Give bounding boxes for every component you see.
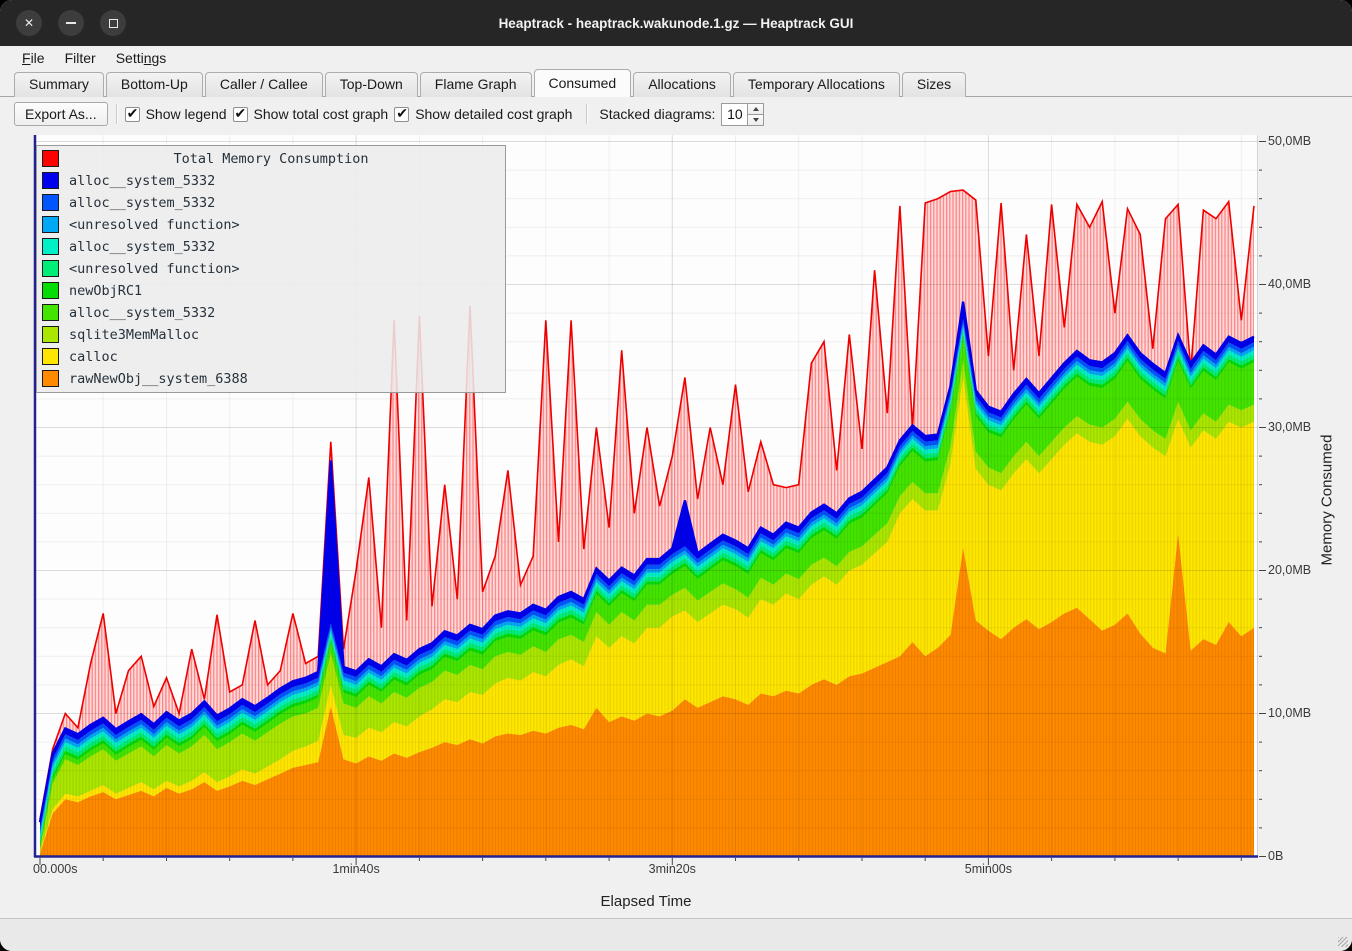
legend-swatch xyxy=(42,326,59,343)
legend-item-label: alloc__system_5332 xyxy=(69,239,215,255)
stacked-diagrams-label: Stacked diagrams: xyxy=(599,106,715,122)
checkbox-label: Show total cost graph xyxy=(254,106,389,122)
legend-item-label: alloc__system_5332 xyxy=(69,305,215,321)
x-tick-label: 5min00s xyxy=(965,862,1012,876)
tab-bottom-up[interactable]: Bottom-Up xyxy=(106,72,203,97)
y-tick-label: 30,0MB xyxy=(1268,420,1311,434)
menu-bar: FileFilterSettings xyxy=(0,46,1352,70)
menu-item-filter[interactable]: Filter xyxy=(55,48,106,68)
tab-sizes[interactable]: Sizes xyxy=(902,72,966,97)
tab-temporary-allocations[interactable]: Temporary Allocations xyxy=(733,72,900,97)
legend-swatch xyxy=(42,348,59,365)
legend-item: alloc__system_5332 xyxy=(37,192,505,214)
legend-item-label: rawNewObj__system_6388 xyxy=(69,371,248,387)
toolbar-separator xyxy=(586,104,587,124)
checkbox-icon: ✔ xyxy=(394,107,409,122)
legend-swatch xyxy=(42,370,59,387)
chevron-up-icon xyxy=(753,107,759,111)
x-tick-label: 3min20s xyxy=(649,862,696,876)
y-tick-label: 0B xyxy=(1268,849,1283,863)
checkbox-icon: ✔ xyxy=(125,107,140,122)
export-as-button[interactable]: Export As... xyxy=(14,102,108,126)
spin-down-button[interactable] xyxy=(747,115,764,126)
menu-item-settings[interactable]: Settings xyxy=(106,48,177,68)
tab-top-down[interactable]: Top-Down xyxy=(325,72,418,97)
legend-item-label: sqlite3MemMalloc xyxy=(69,327,199,343)
y-tick-label: 10,0MB xyxy=(1268,706,1311,720)
legend-item: calloc xyxy=(37,346,505,368)
stacked-diagrams-value[interactable]: 10 xyxy=(721,103,747,126)
y-tick-label: 40,0MB xyxy=(1268,277,1311,291)
toolbar: Export As... ✔ Show legend ✔ Show total cos… xyxy=(0,97,1352,131)
legend-swatch xyxy=(42,260,59,277)
legend-item: rawNewObj__system_6388 xyxy=(37,368,505,390)
tab-flame-graph[interactable]: Flame Graph xyxy=(420,72,532,97)
checkbox-show-legend[interactable]: ✔ Show legend xyxy=(125,106,227,122)
x-axis-title: Elapsed Time xyxy=(601,893,692,910)
tab-summary[interactable]: Summary xyxy=(14,72,104,97)
toolbar-separator xyxy=(116,104,117,124)
menu-item-file[interactable]: File xyxy=(12,48,55,68)
legend-item-label: <unresolved function> xyxy=(69,261,240,277)
legend-item-label: alloc__system_5332 xyxy=(69,195,215,211)
legend-item-label: alloc__system_5332 xyxy=(69,173,215,189)
legend-item: alloc__system_5332 xyxy=(37,302,505,324)
y-tick-label: 20,0MB xyxy=(1268,563,1311,577)
y-tick-label: 50,0MB xyxy=(1268,134,1311,148)
checkbox-label: Show detailed cost graph xyxy=(415,106,572,122)
legend-swatch xyxy=(42,238,59,255)
legend-item-label: <unresolved function> xyxy=(69,217,240,233)
checkbox-show-total-cost-graph[interactable]: ✔ Show total cost graph xyxy=(233,106,389,122)
legend-item: alloc__system_5332 xyxy=(37,170,505,192)
chart-legend: Total Memory Consumption alloc__system_53… xyxy=(36,145,506,393)
legend-swatch xyxy=(42,216,59,233)
legend-item-label: calloc xyxy=(69,349,118,365)
legend-item: sqlite3MemMalloc xyxy=(37,324,505,346)
app-window: ✕ Heaptrack - heaptrack.wakunode.1.gz — … xyxy=(0,0,1352,951)
tab-bar: SummaryBottom-UpCaller / CalleeTop-DownF… xyxy=(0,70,1352,97)
legend-swatch xyxy=(42,282,59,299)
legend-item-label: newObjRC1 xyxy=(69,283,142,299)
tab-allocations[interactable]: Allocations xyxy=(633,72,731,97)
legend-item: newObjRC1 xyxy=(37,280,505,302)
checkbox-show-detailed-cost-graph[interactable]: ✔ Show detailed cost graph xyxy=(394,106,572,122)
legend-item: <unresolved function> xyxy=(37,258,505,280)
legend-swatch xyxy=(42,172,59,189)
title-bar: ✕ Heaptrack - heaptrack.wakunode.1.gz — … xyxy=(0,0,1352,46)
checkbox-label: Show legend xyxy=(146,106,227,122)
legend-title-row: Total Memory Consumption xyxy=(37,148,505,170)
legend-title: Total Memory Consumption xyxy=(173,151,368,167)
tab-caller-callee[interactable]: Caller / Callee xyxy=(205,72,323,97)
legend-item: <unresolved function> xyxy=(37,214,505,236)
x-tick-label: 00.000s xyxy=(33,862,77,876)
legend-swatch xyxy=(42,304,59,321)
checkbox-icon: ✔ xyxy=(233,107,248,122)
window-title: Heaptrack - heaptrack.wakunode.1.gz — He… xyxy=(0,16,1352,31)
legend-item: alloc__system_5332 xyxy=(37,236,505,258)
legend-swatch xyxy=(42,194,59,211)
tab-consumed[interactable]: Consumed xyxy=(534,69,632,97)
chevron-down-icon xyxy=(753,118,759,122)
stacked-diagrams-stepper[interactable]: 10 xyxy=(721,103,764,126)
legend-swatch xyxy=(42,150,59,167)
spin-up-button[interactable] xyxy=(747,103,764,115)
x-tick-label: 1min40s xyxy=(332,862,379,876)
resize-grip-icon[interactable] xyxy=(1338,937,1348,947)
y-axis-title: Memory Consumed xyxy=(1319,435,1336,566)
window-bottom-strip xyxy=(0,918,1352,951)
